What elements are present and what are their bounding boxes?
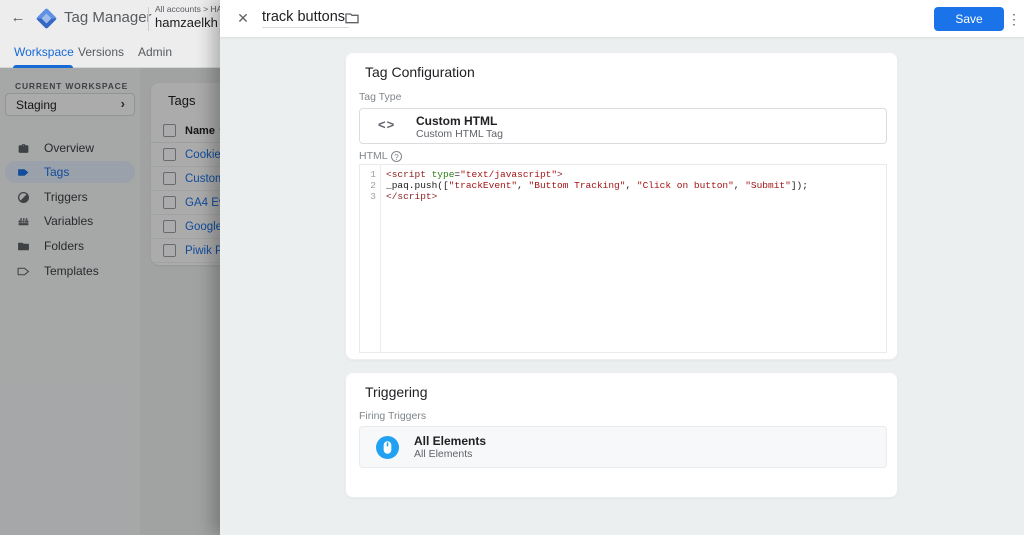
kebab-menu-icon[interactable]: ⋮ <box>1007 9 1021 29</box>
triggering-card: Triggering Firing Triggers All Elements … <box>345 372 898 498</box>
line-number: 1 <box>360 169 380 180</box>
trigger-type: All Elements <box>414 448 472 460</box>
help-icon[interactable]: ? <box>391 151 402 162</box>
html-code-editor[interactable]: 1 2 3 <script type="text/javascript"> _p… <box>359 164 887 353</box>
tag-type-description: Custom HTML Tag <box>416 128 503 140</box>
panel-header: ✕ track buttons Save ⋮ <box>220 0 1024 37</box>
tag-name-field[interactable]: track buttons <box>262 9 349 28</box>
code-line: </script> <box>386 191 886 202</box>
save-button[interactable]: Save <box>934 7 1004 31</box>
firing-triggers-label: Firing Triggers <box>359 410 426 422</box>
triggering-title: Triggering <box>365 384 428 400</box>
tag-type-selector[interactable]: <> Custom HTML Custom HTML Tag <box>359 108 887 144</box>
close-icon[interactable]: ✕ <box>234 9 252 27</box>
tag-type-label: Tag Type <box>359 91 401 103</box>
html-field-label: HTML <box>359 150 388 162</box>
line-number: 2 <box>360 180 380 191</box>
gtm-screen: ← Tag Manager All accounts > HAM hamzael… <box>0 0 1024 535</box>
click-trigger-icon <box>376 436 399 459</box>
code-area[interactable]: <script type="text/javascript"> _paq.pus… <box>381 165 886 352</box>
tag-type-name: Custom HTML <box>416 114 497 128</box>
tag-configuration-title: Tag Configuration <box>365 64 475 80</box>
tag-editor-panel: ✕ track buttons Save ⋮ Tag Configuration… <box>220 0 1024 535</box>
line-number-gutter: 1 2 3 <box>360 165 381 352</box>
line-number: 3 <box>360 191 380 202</box>
code-line: _paq.push(["trackEvent", "Buttom Trackin… <box>386 180 886 191</box>
folder-move-icon[interactable] <box>344 10 360 26</box>
code-line: <script type="text/javascript"> <box>386 169 886 180</box>
code-brackets-icon: <> <box>378 117 395 132</box>
trigger-row[interactable]: All Elements All Elements <box>359 426 887 468</box>
tag-configuration-card: Tag Configuration Tag Type <> Custom HTM… <box>345 52 898 360</box>
trigger-name: All Elements <box>414 434 486 448</box>
